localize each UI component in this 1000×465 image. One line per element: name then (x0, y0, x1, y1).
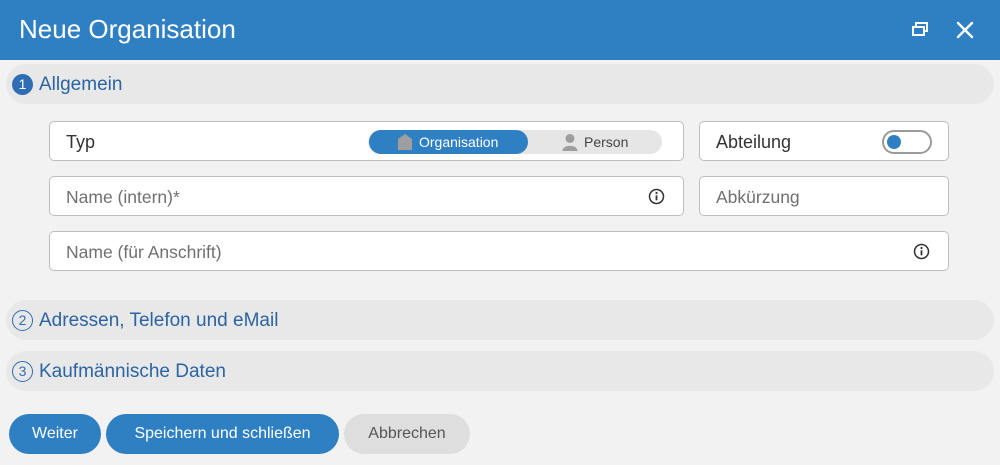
save-close-button[interactable]: Speichern und schließen (106, 414, 339, 454)
abbreviation-placeholder: Abkürzung (716, 187, 800, 207)
section-allgemein[interactable]: 1 Allgemein (6, 64, 994, 104)
close-icon[interactable] (952, 17, 978, 43)
cancel-button[interactable]: Abbrechen (344, 414, 470, 454)
section-number: 1 (12, 74, 33, 95)
type-option-label: Organisation (419, 134, 499, 150)
window-restore-icon[interactable] (908, 17, 934, 43)
name-address-placeholder: Name (für Anschrift) (66, 242, 222, 262)
department-toggle[interactable] (882, 130, 932, 154)
toggle-knob (887, 135, 901, 149)
next-button[interactable]: Weiter (9, 414, 101, 454)
name-internal-placeholder: Name (intern)* (66, 187, 180, 207)
type-segmented-control: Organisation Person (368, 130, 662, 154)
type-option-label: Person (584, 134, 629, 150)
abbreviation-field[interactable]: Abkürzung (699, 176, 949, 216)
name-internal-field[interactable]: Name (intern)* (49, 176, 684, 216)
info-icon[interactable] (913, 243, 930, 260)
type-label: Typ (66, 132, 96, 152)
section-label: Allgemein (39, 74, 123, 95)
department-label: Abteilung (716, 132, 792, 152)
dialog-title: Neue Organisation (19, 14, 236, 44)
dialog-titlebar: Neue Organisation (0, 0, 1000, 60)
section-number: 3 (12, 361, 33, 382)
section-number: 2 (12, 310, 33, 331)
type-option-organisation[interactable]: Organisation (369, 130, 528, 154)
type-option-person[interactable]: Person (530, 130, 660, 154)
info-icon[interactable] (648, 188, 665, 205)
section-label: Kaufmännische Daten (39, 361, 226, 382)
section-label: Adressen, Telefon und eMail (39, 310, 279, 331)
department-field: Abteilung (699, 121, 949, 161)
section-kaufmaennisch[interactable]: 3 Kaufmännische Daten (6, 351, 994, 391)
name-address-field[interactable]: Name (für Anschrift) (49, 231, 949, 271)
building-icon (398, 134, 412, 150)
section-adressen[interactable]: 2 Adressen, Telefon und eMail (6, 300, 994, 340)
type-field: Typ Organisation Person (49, 121, 684, 161)
person-icon (562, 134, 578, 151)
